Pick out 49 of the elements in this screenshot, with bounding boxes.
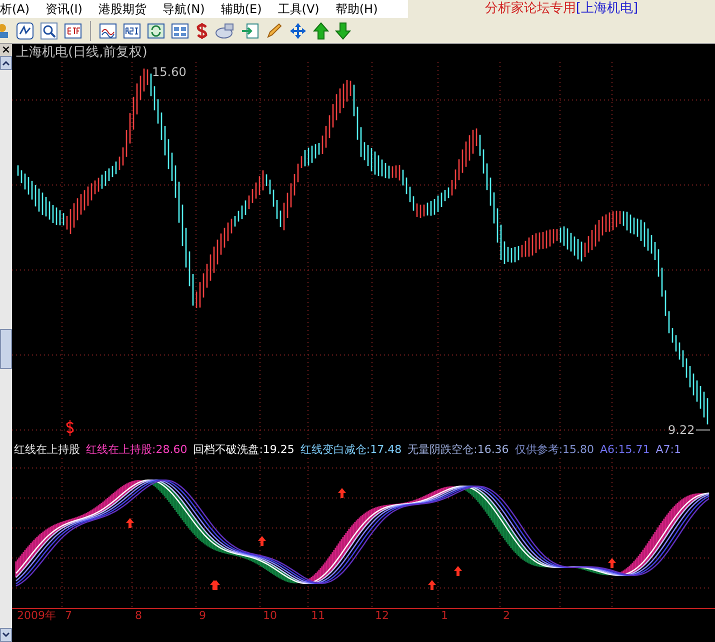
menu-item[interactable]: 工具(V) [278,0,320,18]
menu-item[interactable]: 港股期货 [98,0,146,18]
layout-icon[interactable] [171,22,189,40]
legend-item: 无量阴跌空仓:16.36 [408,442,509,458]
legend-item: 红线在上持股:28.60 [86,442,188,458]
legend-item: 回档不破洗盘:19.25 [193,442,294,458]
scroll-down-icon[interactable] [0,628,12,642]
axis-label: 11 [311,609,325,622]
formula-icon[interactable] [16,22,34,40]
menu-item[interactable]: 导航(N) [162,0,205,18]
import-icon[interactable] [241,22,259,40]
refresh-icon[interactable] [147,22,165,40]
move-icon[interactable] [289,22,307,40]
high-price-label: 15.60 [152,65,186,79]
close-button[interactable]: × [0,44,12,56]
banner-text: 分析家论坛专用 [484,0,576,18]
pencil-icon[interactable] [265,22,283,40]
person-icon[interactable] [0,22,10,40]
axis-label: 9 [199,609,206,622]
etf-icon[interactable] [64,22,82,40]
scroll-thumb[interactable] [0,329,12,369]
axis-label: 2 [503,609,510,622]
menu-item[interactable]: 资讯(I) [46,0,82,18]
axis-label: 7 [65,609,72,622]
rsi-icon[interactable] [123,22,141,40]
legend-item: 仅供参考:15.80 [514,442,594,458]
down-arrow-icon[interactable] [335,22,351,40]
scroll-up-icon[interactable] [0,56,12,70]
axis-label: 8 [135,609,142,622]
axis-label: 12 [375,609,389,622]
low-price-label: 9.22 [668,423,695,437]
up-arrow-icon[interactable] [313,22,329,40]
axis-label: 10 [263,609,277,622]
legend-item: A7:1 [656,442,681,458]
wave-chart-icon[interactable] [99,22,117,40]
axis-label: 2009年 [17,609,56,622]
menu-item[interactable]: 析(A) [0,0,30,18]
legend-item: 红线变白减仓:17.48 [300,442,402,458]
dollar-icon [66,420,74,436]
legend-item: 红线在上持股 [14,442,80,458]
menu-item[interactable]: 帮助(H) [335,0,378,18]
scrollbar[interactable] [0,56,12,642]
search-icon[interactable] [40,22,58,40]
chart-title: 上海机电(日线,前复权) [16,44,148,62]
stock-name: [上海机电] [576,0,638,18]
dollar-icon[interactable] [195,22,209,40]
legend-item: A6:15.71 [600,442,650,458]
menu-item[interactable]: 辅助(E) [220,0,262,18]
axis-label: 1 [441,609,448,622]
